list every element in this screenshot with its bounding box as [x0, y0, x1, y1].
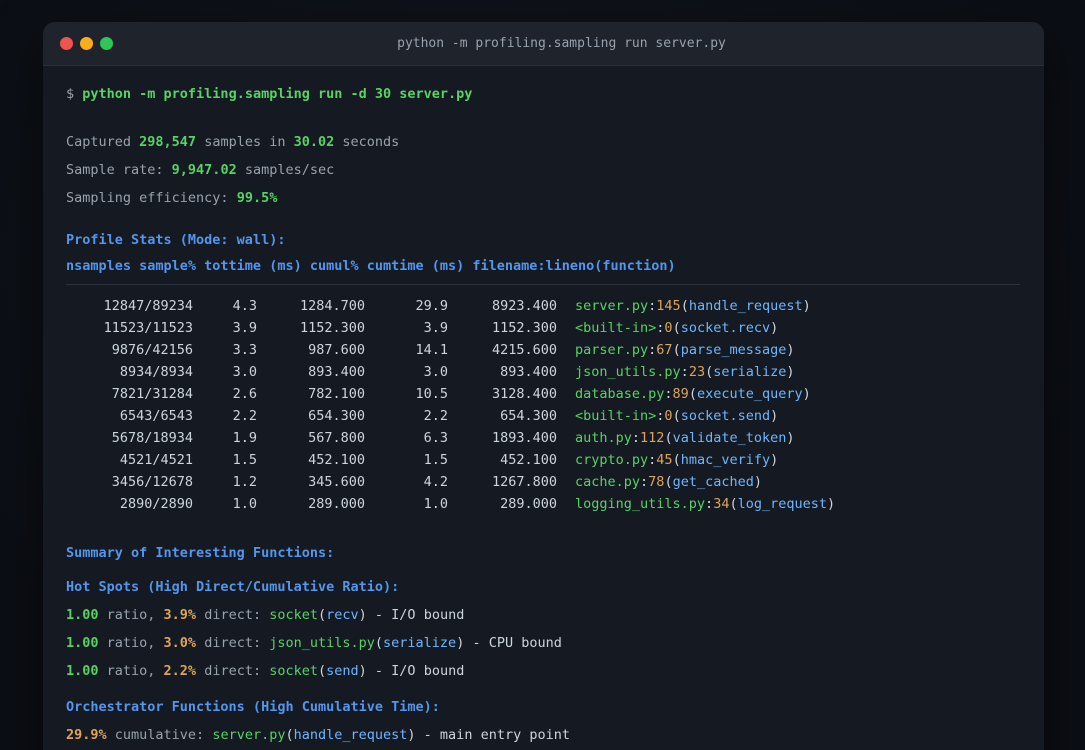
stats-row: 7821/31284 2.6 782.100 10.5 3128.400 database…	[66, 383, 1020, 405]
function-ref: logging_utils.py:34(log_request)	[575, 496, 836, 512]
stat-cell: 2.2	[423, 408, 448, 424]
stat-cell: 1.5	[232, 452, 257, 468]
stat-cell: 11523/11523	[103, 320, 193, 336]
function-ref: <built-in>:0(socket.send)	[575, 408, 779, 424]
minimize-button[interactable]	[80, 37, 93, 50]
function-ref: cache.py:78(get_cached)	[575, 474, 762, 490]
stat-cell: 2.2	[232, 408, 257, 424]
hotspot-line: 1.00 ratio, 3.0% direct: json_utils.py(s…	[66, 635, 562, 651]
function-ref: <built-in>:0(socket.recv)	[575, 320, 779, 336]
close-button[interactable]	[60, 37, 73, 50]
window-title: python -m profiling.sampling run server.…	[397, 36, 726, 51]
function-ref: database.py:89(execute_query)	[575, 386, 811, 402]
stat-cell: 1.0	[423, 496, 448, 512]
stat-cell: 1.0	[232, 496, 257, 512]
stat-cell: 2.6	[232, 386, 257, 402]
stat-cell: 5678/18934	[111, 430, 193, 446]
titlebar[interactable]: python -m profiling.sampling run server.…	[43, 22, 1044, 66]
stat-cell: 654.300	[308, 408, 365, 424]
function-ref: parser.py:67(parse_message)	[575, 342, 795, 358]
profile-stats-heading: Profile Stats (Mode: wall):	[66, 232, 286, 248]
stat-cell: 4215.600	[491, 342, 557, 358]
captured-line: Captured 298,547 samples in 30.02 second…	[66, 134, 400, 150]
stat-cell: 12847/89234	[103, 298, 193, 314]
stat-cell: 782.100	[308, 386, 365, 402]
function-ref: auth.py:112(validate_token)	[575, 430, 795, 446]
function-ref: json_utils.py:23(serialize)	[575, 364, 795, 380]
stat-cell: 345.600	[308, 474, 365, 490]
orchestrator-line: 29.9% cumulative: server.py(handle_reque…	[66, 727, 570, 743]
stat-cell: 6.3	[423, 430, 448, 446]
stat-cell: 1.5	[423, 452, 448, 468]
hot-spots-heading: Hot Spots (High Direct/Cumulative Ratio)…	[66, 579, 400, 595]
stat-cell: 289.000	[500, 496, 557, 512]
stat-cell: 14.1	[415, 342, 448, 358]
stat-cell: 987.600	[308, 342, 365, 358]
stat-cell: 893.400	[308, 364, 365, 380]
stat-cell: 29.9	[415, 298, 448, 314]
orchestrator-heading: Orchestrator Functions (High Cumulative …	[66, 699, 440, 715]
stats-row: 3456/12678 1.2 345.600 4.2 1267.800 cache.py:…	[66, 471, 1020, 493]
stat-cell: 8934/8934	[119, 364, 193, 380]
sample-rate-line: Sample rate: 9,947.02 samples/sec	[66, 162, 335, 178]
stat-cell: 289.000	[308, 496, 365, 512]
stats-row: 4521/4521 1.5 452.100 1.5 452.100 crypto.py:4…	[66, 449, 1020, 471]
stat-cell: 452.100	[308, 452, 365, 468]
stat-cell: 3128.400	[491, 386, 557, 402]
stat-cell: 3.9	[232, 320, 257, 336]
stats-row: 8934/8934 3.0 893.400 3.0 893.400 json_utils.…	[66, 361, 1020, 383]
stat-cell: 893.400	[500, 364, 557, 380]
stats-row: 12847/89234 4.3 1284.700 29.9 8923.400 server…	[66, 295, 1020, 317]
stat-cell: 9876/42156	[111, 342, 193, 358]
stat-cell: 1152.300	[299, 320, 365, 336]
stat-cell: 1893.400	[491, 430, 557, 446]
stat-cell: 567.800	[308, 430, 365, 446]
stat-cell: 4.3	[232, 298, 257, 314]
sampling-efficiency-line: Sampling efficiency: 99.5%	[66, 190, 278, 206]
function-ref: server.py:145(handle_request)	[575, 298, 811, 314]
stats-row: 9876/42156 3.3 987.600 14.1 4215.600 parser.p…	[66, 339, 1020, 361]
stats-row: 2890/2890 1.0 289.000 1.0 289.000 logging_uti…	[66, 493, 1020, 515]
stat-cell: 1284.700	[299, 298, 365, 314]
hotspot-line: 1.00 ratio, 2.2% direct: socket(send) - …	[66, 663, 465, 679]
stat-cell: 654.300	[500, 408, 557, 424]
stat-cell: 2890/2890	[119, 496, 193, 512]
desktop-background: python -m profiling.sampling run server.…	[0, 0, 1085, 750]
traffic-lights	[60, 22, 113, 65]
stat-cell: 6543/6543	[119, 408, 193, 424]
stats-header-line: nsamples sample% tottime (ms) cumul% cum…	[66, 258, 676, 274]
maximize-button[interactable]	[100, 37, 113, 50]
stat-cell: 8923.400	[491, 298, 557, 314]
hotspot-line: 1.00 ratio, 3.9% direct: socket(recv) - …	[66, 607, 465, 623]
stat-cell: 4.2	[423, 474, 448, 490]
terminal-window: python -m profiling.sampling run server.…	[43, 22, 1044, 750]
stat-cell: 1.2	[232, 474, 257, 490]
command-line: $ python -m profiling.sampling run -d 30…	[66, 86, 473, 102]
stats-row: 6543/6543 2.2 654.300 2.2 654.300 <built-in>:…	[66, 405, 1020, 427]
function-ref: crypto.py:45(hmac_verify)	[575, 452, 779, 468]
stats-row: 11523/11523 3.9 1152.300 3.9 1152.300 <built-…	[66, 317, 1020, 339]
stat-cell: 4521/4521	[119, 452, 193, 468]
stat-cell: 7821/31284	[111, 386, 193, 402]
stat-cell: 3.9	[423, 320, 448, 336]
summary-heading: Summary of Interesting Functions:	[66, 545, 335, 561]
stat-cell: 1.9	[232, 430, 257, 446]
stat-cell: 452.100	[500, 452, 557, 468]
stat-cell: 3.0	[232, 364, 257, 380]
stat-cell: 3456/12678	[111, 474, 193, 490]
stat-cell: 1267.800	[491, 474, 557, 490]
terminal-body: $ python -m profiling.sampling run -d 30…	[43, 66, 1044, 750]
stats-divider	[66, 284, 1020, 285]
stat-cell: 3.3	[232, 342, 257, 358]
stat-cell: 1152.300	[491, 320, 557, 336]
stat-cell: 3.0	[423, 364, 448, 380]
stat-cell: 10.5	[415, 386, 448, 402]
stats-row: 5678/18934 1.9 567.800 6.3 1893.400 auth.py:1…	[66, 427, 1020, 449]
